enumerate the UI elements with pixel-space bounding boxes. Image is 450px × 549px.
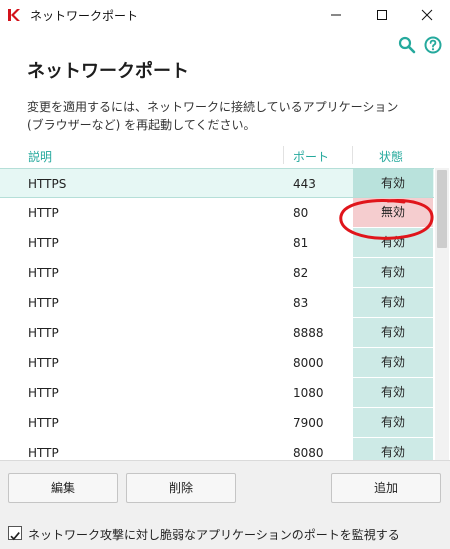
- row-state[interactable]: 有効: [353, 228, 433, 257]
- row-description: HTTP: [28, 356, 59, 370]
- table-row[interactable]: HTTPS 443 有効: [0, 168, 434, 198]
- checkmark-icon: [10, 532, 20, 541]
- title-bar: ネットワークポート: [0, 0, 450, 30]
- row-state[interactable]: 有効: [353, 408, 433, 437]
- row-description: HTTP: [28, 446, 59, 460]
- table-row[interactable]: HTTP 7900 有効: [0, 408, 434, 438]
- monitor-checkbox-label: ネットワーク攻撃に対し脆弱なアプリケーションのポートを監視する: [28, 528, 400, 542]
- row-port: 82: [293, 266, 309, 280]
- row-port: 443: [293, 177, 316, 191]
- row-description: HTTP: [28, 206, 59, 220]
- row-description: HTTP: [28, 236, 59, 250]
- close-icon: [421, 9, 433, 21]
- row-state[interactable]: 有効: [353, 438, 433, 460]
- row-description: HTTP: [28, 386, 59, 400]
- table-header: 説明 ポート 状態: [0, 143, 450, 167]
- row-port: 80: [293, 206, 309, 220]
- monitor-checkbox[interactable]: [8, 526, 22, 541]
- row-state[interactable]: 有効: [353, 348, 433, 377]
- minimize-button[interactable]: [313, 0, 359, 30]
- table-row[interactable]: HTTP 8888 有効: [0, 318, 434, 348]
- window-title: ネットワークポート: [30, 9, 139, 23]
- table-row[interactable]: HTTP 1080 有効: [0, 378, 434, 408]
- row-description: HTTPS: [28, 177, 67, 191]
- footer-panel: 編集 削除 追加 ネットワーク攻撃に対し脆弱なアプリケーションのポートを監視する: [0, 460, 450, 549]
- list-scrollbar[interactable]: [435, 168, 449, 460]
- table-row[interactable]: HTTP 83 有効: [0, 288, 434, 318]
- add-button[interactable]: 追加: [331, 473, 441, 503]
- page-title: ネットワークポート: [27, 61, 189, 82]
- row-description: HTTP: [28, 296, 59, 310]
- table-row[interactable]: HTTP 81 有効: [0, 228, 434, 258]
- kaspersky-logo-icon: [8, 9, 20, 21]
- table-row[interactable]: HTTP 80 無効: [0, 198, 434, 228]
- row-port: 8080: [293, 446, 324, 460]
- row-port: 83: [293, 296, 309, 310]
- scrollbar-thumb[interactable]: [437, 170, 447, 248]
- row-description: HTTP: [28, 266, 59, 280]
- row-state[interactable]: 有効: [353, 318, 433, 347]
- row-state[interactable]: 無効: [353, 198, 433, 227]
- row-port: 81: [293, 236, 309, 250]
- maximize-button[interactable]: [359, 0, 405, 30]
- row-state[interactable]: 有効: [353, 288, 433, 317]
- table-row[interactable]: HTTP 8000 有効: [0, 348, 434, 378]
- search-icon[interactable]: [398, 36, 416, 54]
- row-port: 8888: [293, 326, 324, 340]
- column-header-description[interactable]: 説明: [28, 148, 52, 165]
- maximize-icon: [377, 10, 387, 20]
- help-icon[interactable]: [424, 36, 442, 54]
- row-description: HTTP: [28, 326, 59, 340]
- restart-info-text: 変更を適用するには、ネットワークに接続しているアプリケーション (ブラウザーなど…: [27, 100, 399, 132]
- column-divider: [283, 146, 284, 164]
- delete-button[interactable]: 削除: [126, 473, 236, 503]
- row-port: 8000: [293, 356, 324, 370]
- edit-button[interactable]: 編集: [8, 473, 118, 503]
- table-row[interactable]: HTTP 82 有効: [0, 258, 434, 288]
- table-row[interactable]: HTTP 8080 有効: [0, 438, 434, 460]
- row-port: 7900: [293, 416, 324, 430]
- row-state[interactable]: 有効: [353, 258, 433, 287]
- row-state[interactable]: 有効: [353, 378, 433, 407]
- column-divider: [352, 146, 353, 164]
- row-port: 1080: [293, 386, 324, 400]
- column-header-port[interactable]: ポート: [293, 148, 329, 165]
- close-button[interactable]: [404, 0, 450, 30]
- minimize-icon: [331, 14, 341, 16]
- column-header-state[interactable]: 状態: [379, 148, 403, 165]
- port-list: HTTPS 443 有効 HTTP 80 無効 HTTP 81 有効 HTTP …: [0, 168, 434, 460]
- row-state[interactable]: 有効: [353, 169, 433, 197]
- row-description: HTTP: [28, 416, 59, 430]
